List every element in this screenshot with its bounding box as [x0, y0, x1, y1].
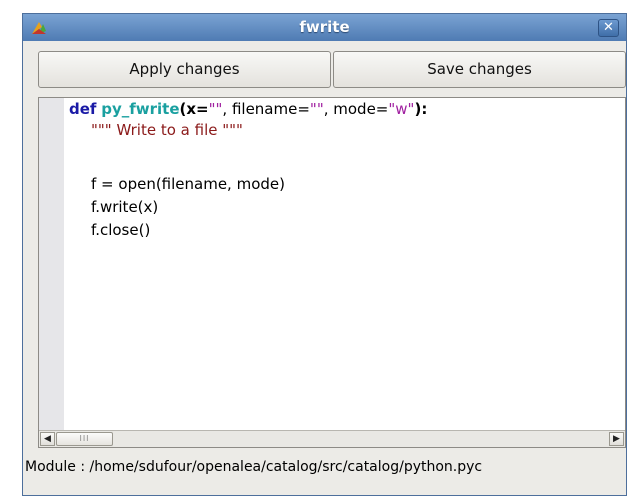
code-line-1: def py_fwrite(x="", filename="", mode="w… — [69, 99, 427, 119]
code-editor[interactable]: def py_fwrite(x="", filename="", mode="w… — [38, 97, 626, 448]
code-line-2-docstring: """ Write to a file """ — [91, 121, 243, 139]
code-token: , filename= — [222, 100, 310, 118]
scroll-right-icon[interactable]: ▶ — [609, 432, 624, 446]
window-title: fwrite — [299, 18, 350, 36]
module-path-status: Module : /home/sdufour/openalea/catalog/… — [25, 459, 483, 475]
code-token: , mode= — [323, 100, 389, 118]
close-icon[interactable]: ✕ — [598, 19, 619, 37]
save-changes-button[interactable]: Save changes — [333, 51, 626, 88]
line-number-gutter — [39, 98, 64, 447]
code-line-4: f.write(x) — [91, 198, 159, 216]
code-text-area[interactable]: def py_fwrite(x="", filename="", mode="w… — [67, 99, 625, 431]
code-token: ): — [414, 100, 428, 118]
dialog-window: fwrite ✕ Apply changes Save changes def … — [22, 13, 627, 496]
horizontal-scrollbar[interactable]: ◀ III ▶ — [39, 430, 625, 447]
scrollbar-thumb[interactable]: III — [56, 432, 113, 446]
apply-changes-button[interactable]: Apply changes — [38, 51, 331, 88]
code-token: (x= — [179, 100, 209, 118]
function-name: py_fwrite — [101, 100, 180, 118]
keyword-def: def — [69, 100, 97, 118]
string-literal: "" — [309, 100, 324, 118]
string-literal: "" — [208, 100, 223, 118]
scroll-left-icon[interactable]: ◀ — [40, 432, 55, 446]
string-literal: "w" — [388, 100, 415, 118]
code-line-3: f = open(filename, mode) — [91, 175, 285, 193]
code-line-5: f.close() — [91, 221, 151, 239]
title-bar[interactable]: fwrite ✕ — [23, 14, 626, 41]
